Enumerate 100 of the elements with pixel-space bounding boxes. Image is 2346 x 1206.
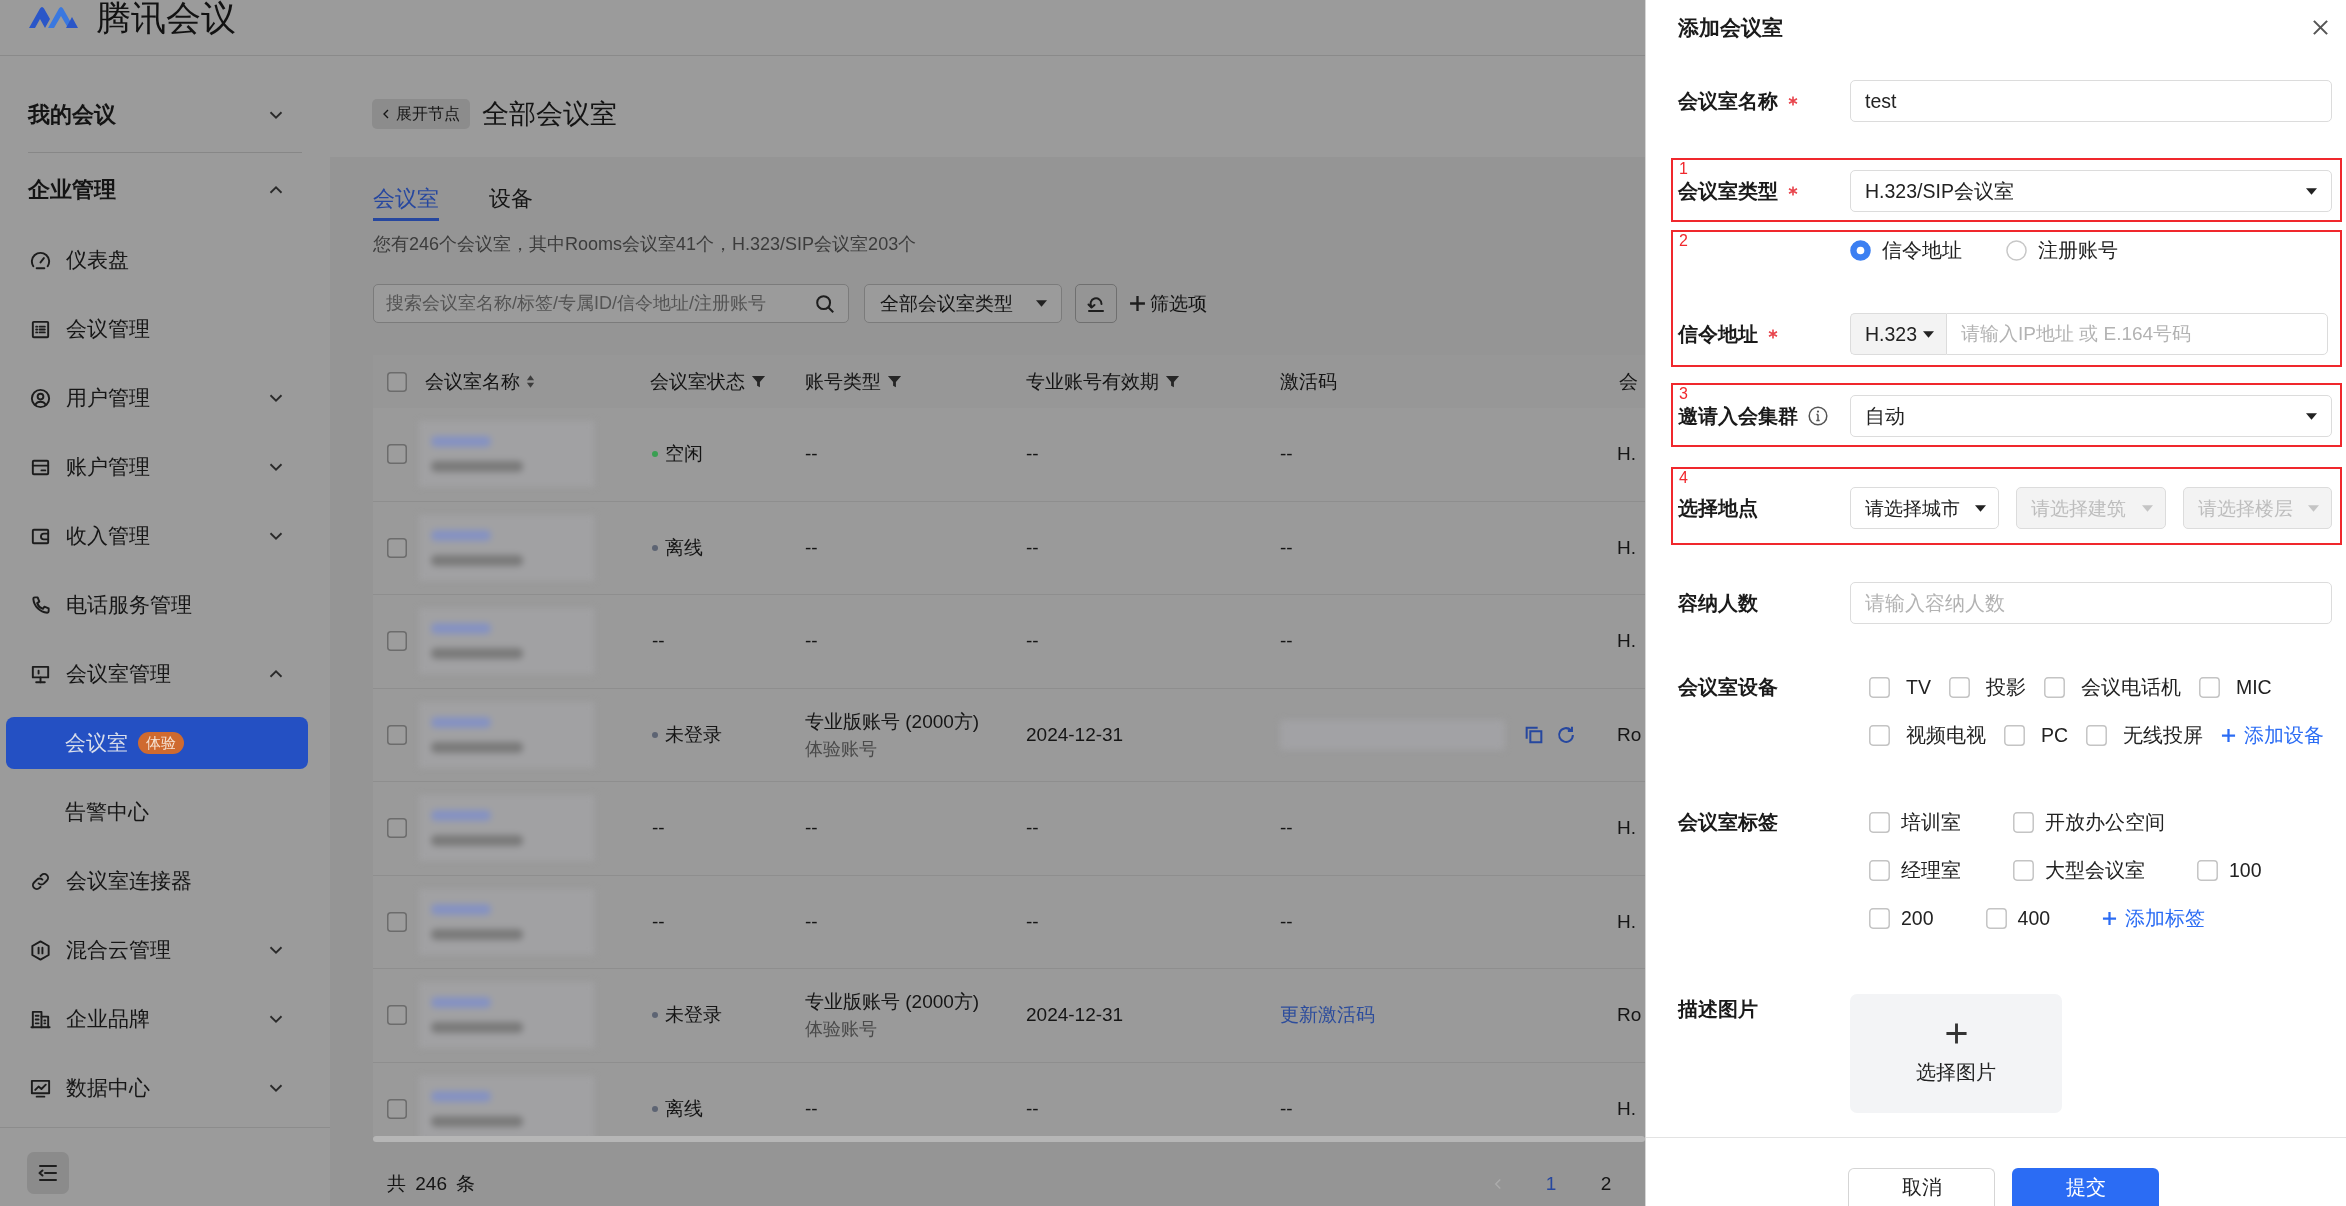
sidebar-section[interactable]: 我的会议 <box>6 89 308 141</box>
checkbox[interactable] <box>2086 724 2108 746</box>
sidebar-item[interactable]: 告警中心 <box>6 786 308 838</box>
add-link[interactable]: 添加标签 <box>2102 904 2206 932</box>
upload-button[interactable]: 选择图片 <box>1850 994 2062 1113</box>
cancel-button[interactable]: 取消 <box>1848 1168 1995 1206</box>
checkbox[interactable] <box>387 1098 407 1119</box>
checkbox[interactable] <box>387 444 407 465</box>
sidebar-item[interactable]: 账户管理 <box>6 441 308 493</box>
horizontal-scrollbar[interactable] <box>373 1136 1645 1142</box>
table-cell: -- <box>1280 817 1293 840</box>
checkbox-label[interactable]: 视频电视 <box>1906 721 1986 749</box>
filter-icon[interactable] <box>751 374 766 389</box>
table-cell: H. <box>1617 817 1636 840</box>
select-field[interactable]: 自动 <box>1850 395 2332 437</box>
checkbox[interactable] <box>2004 724 2025 746</box>
checkbox-label[interactable]: 100 <box>2229 858 2262 882</box>
table-cell: 2024-12-31 <box>1026 723 1124 746</box>
protocol-select[interactable]: H.323 <box>1850 313 1946 355</box>
checkbox[interactable] <box>387 818 407 839</box>
sidebar-item[interactable]: 用户管理 <box>6 372 308 424</box>
collapse-menu-icon[interactable] <box>27 1152 69 1194</box>
filter-icon[interactable] <box>1165 374 1180 389</box>
caret-down-icon <box>2308 504 2319 512</box>
sidebar-item[interactable]: 收入管理 <box>6 510 308 562</box>
page-button[interactable]: 2 <box>1590 1173 1622 1195</box>
checkbox[interactable] <box>2013 859 2034 881</box>
checkbox-label[interactable]: 培训室 <box>1901 808 1961 836</box>
field-label: 描述图片 <box>1678 997 1758 1022</box>
checkbox[interactable] <box>1985 907 2007 929</box>
radio-label[interactable]: 注册账号 <box>2038 236 2118 264</box>
checkbox[interactable] <box>1869 676 1890 698</box>
column-header: 会 <box>1619 369 1638 394</box>
checkbox[interactable] <box>1869 859 1890 881</box>
table-cell: H. <box>1617 536 1636 559</box>
type-select[interactable]: 全部会议室类型 <box>864 284 1062 323</box>
checkbox[interactable] <box>1948 676 1970 698</box>
sidebar-item[interactable]: 数据中心 <box>6 1062 308 1114</box>
sidebar-item[interactable]: 会议室连接器 <box>6 855 308 907</box>
sidebar-item[interactable]: 会议室 体验 <box>6 717 308 769</box>
checkbox[interactable] <box>1869 724 1890 746</box>
checkbox[interactable] <box>387 537 407 558</box>
checkbox-label[interactable]: 无线投屏 <box>2123 721 2204 749</box>
sidebar-item[interactable]: 混合云管理 <box>6 924 308 976</box>
checkbox[interactable] <box>2043 676 2065 698</box>
text-field[interactable]: test <box>1850 80 2332 122</box>
add-link[interactable]: 添加设备 <box>2221 721 2325 749</box>
table-cell-text: 未登录 <box>665 722 722 747</box>
checkbox[interactable] <box>1869 907 1890 929</box>
table-cell-text: 专业版账号 (2000方) <box>805 990 980 1015</box>
table-cell: -- <box>652 817 665 840</box>
sidebar-item[interactable]: 电话服务管理 <box>6 579 308 631</box>
caret-down-icon <box>1975 504 1987 512</box>
checkbox-label[interactable]: 经理室 <box>1901 856 1961 884</box>
checkbox[interactable] <box>387 724 407 745</box>
checkbox[interactable] <box>387 911 407 932</box>
table-cell: -- <box>1026 536 1039 559</box>
select-field[interactable]: H.323/SIP会议室 <box>1850 170 2332 212</box>
reset-button[interactable] <box>1075 284 1117 323</box>
filter-icon[interactable] <box>887 374 902 389</box>
checkbox[interactable] <box>387 1005 407 1026</box>
checkbox[interactable] <box>2197 859 2218 881</box>
checkbox-label[interactable]: 投影 <box>1985 673 2026 701</box>
select-field[interactable]: 请选择城市 <box>1850 487 2000 529</box>
checkbox[interactable] <box>1869 811 1890 833</box>
checkbox-label[interactable]: 400 <box>2017 906 2051 930</box>
submit-button[interactable]: 提交 <box>2012 1168 2159 1206</box>
checkbox[interactable] <box>387 371 407 392</box>
sidebar-section[interactable]: 企业管理 <box>6 164 308 216</box>
checkbox-label[interactable]: 开放办公空间 <box>2045 808 2165 836</box>
checkbox-label[interactable]: PC <box>2041 723 2069 747</box>
checkbox[interactable] <box>2198 676 2220 698</box>
table-cell: H. <box>1617 443 1636 466</box>
checkbox[interactable] <box>2013 811 2034 833</box>
sidebar-item[interactable]: 仪表盘 <box>6 234 308 286</box>
close-icon[interactable] <box>2312 19 2329 36</box>
address-field[interactable]: 请输入IP地址 或 E.164号码 <box>1946 313 2328 355</box>
sidebar-item[interactable]: 企业品牌 <box>6 993 308 1045</box>
checkbox-label[interactable]: 大型会议室 <box>2045 856 2145 884</box>
sidebar-item[interactable]: 会议室管理 <box>6 648 308 700</box>
text-field[interactable]: 请输入容纳人数 <box>1850 582 2332 624</box>
sort-icon[interactable] <box>526 374 535 389</box>
table-cell: -- <box>1280 1097 1293 1120</box>
checkbox-label[interactable]: 会议电话机 <box>2080 673 2181 701</box>
checkbox[interactable] <box>387 631 407 652</box>
radio-label[interactable]: 信令地址 <box>1882 236 1962 264</box>
back-button[interactable]: 展开节点 <box>372 99 470 129</box>
checkbox-label[interactable]: 200 <box>1901 906 1934 930</box>
checkbox-label[interactable]: MIC <box>2235 675 2272 699</box>
field-label: 信令地址 <box>1678 322 1758 347</box>
radio-button[interactable] <box>2006 239 2027 261</box>
filter-options-button[interactable]: 筛选项 <box>1129 290 1207 317</box>
checkbox-label[interactable]: TV <box>1906 675 1931 699</box>
tab[interactable]: 设备 <box>489 185 533 221</box>
radio-button[interactable] <box>1850 239 1871 261</box>
sidebar-item[interactable]: 会议管理 <box>6 303 308 355</box>
phone-icon <box>29 593 52 617</box>
table-cell: Ro <box>1617 1004 1642 1027</box>
search-field[interactable]: 搜索会议室名称/标签/专属ID/信令地址/注册账号 <box>373 284 849 323</box>
hexagon-icon <box>29 938 52 962</box>
